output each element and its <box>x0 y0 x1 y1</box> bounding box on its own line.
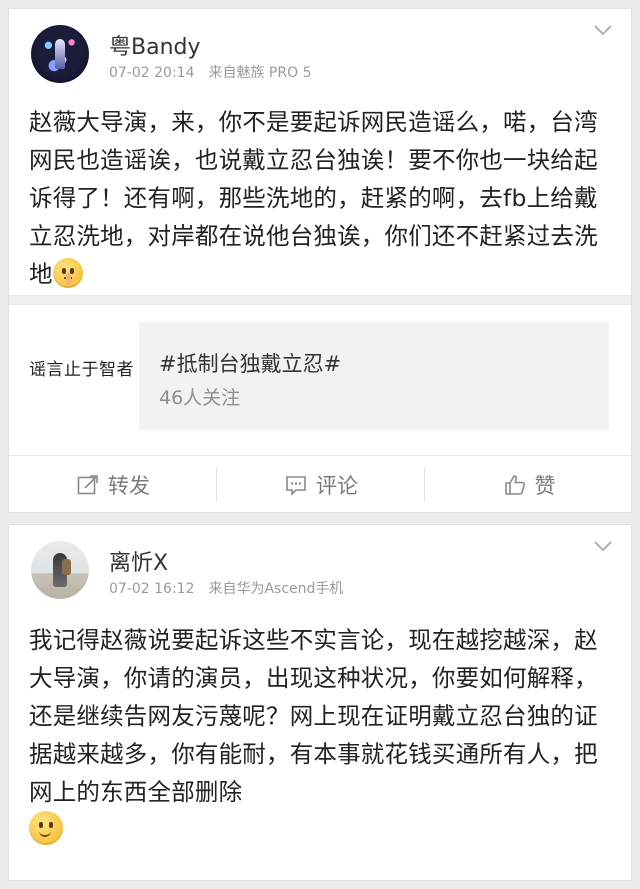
post-meta: 07-02 20:14 来自魅族 PRO 5 <box>109 62 311 82</box>
avatar[interactable] <box>31 541 89 599</box>
comment-label: 评论 <box>316 474 358 498</box>
repost-button[interactable]: 转发 <box>9 456 217 514</box>
repost-label: 转发 <box>108 474 150 498</box>
smile-emoji-icon <box>29 811 63 845</box>
like-button[interactable]: 赞 <box>425 456 633 514</box>
post-card: 离忻X 07-02 16:12 来自华为Ascend手机 我记得赵薇说要起诉这些不… <box>8 524 632 881</box>
thumbs-up-icon <box>504 475 525 495</box>
shush-emoji-icon <box>52 258 83 288</box>
post-meta: 07-02 16:12 来自华为Ascend手机 <box>109 578 343 598</box>
topic-thumbnail: 谣言止于智者 <box>29 322 139 430</box>
post-content: 我记得赵薇说要起诉这些不实言论，现在越挖越深，赵大导演，你请的演员，出现这种状况… <box>29 621 621 856</box>
repost-icon <box>77 475 98 495</box>
topic-title[interactable]: #抵制台独戴立忍# <box>159 348 341 378</box>
comment-icon <box>286 476 306 496</box>
avatar[interactable] <box>31 25 89 83</box>
action-bar: 转发 评论 赞 <box>9 455 631 514</box>
username[interactable]: 粤Bandy <box>109 29 201 61</box>
post-time: 07-02 20:14 <box>109 65 195 81</box>
post-time: 07-02 16:12 <box>109 581 195 597</box>
post-source: 来自华为Ascend手机 <box>208 581 344 597</box>
divider <box>9 295 631 305</box>
chevron-down-icon[interactable] <box>593 23 613 37</box>
like-label: 赞 <box>534 474 556 498</box>
post-text: 赵薇大导演，来，你不是要起诉网民造谣么，喏，台湾网民也造谣诶，也说戴立忍台独诶！… <box>29 108 598 288</box>
topic-thumb-text: 谣言止于智者 <box>29 360 134 380</box>
post-source: 来自魅族 PRO 5 <box>208 65 312 81</box>
topic-card[interactable]: 谣言止于智者 #抵制台独戴立忍# 46人关注 <box>29 322 609 430</box>
username[interactable]: 离忻X <box>109 545 168 577</box>
comment-button[interactable]: 评论 <box>217 456 425 514</box>
post-content: 赵薇大导演，来，你不是要起诉网民造谣么，喏，台湾网民也造谣诶，也说戴立忍台独诶！… <box>29 103 621 293</box>
post-card: 粤Bandy 07-02 20:14 来自魅族 PRO 5 赵薇大导演，来，你不是… <box>8 8 632 513</box>
chevron-down-icon[interactable] <box>593 539 613 553</box>
topic-followers: 46人关注 <box>159 387 241 409</box>
post-text: 我记得赵薇说要起诉这些不实言论，现在越挖越深，赵大导演，你请的演员，出现这种状况… <box>29 626 598 806</box>
